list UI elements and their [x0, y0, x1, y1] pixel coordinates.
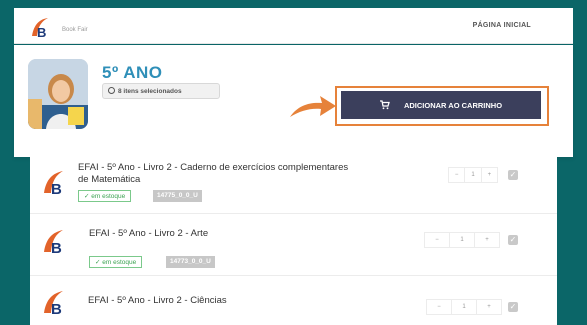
selected-items-label: 8 itens selecionados	[118, 88, 182, 95]
decrement-button[interactable]: −	[425, 233, 450, 247]
item-checkbox[interactable]: ✓	[508, 170, 518, 180]
list-item: B EFAI - 5º Ano - Livro 2 - Ciências − 1…	[30, 276, 557, 325]
svg-text:B: B	[51, 301, 62, 315]
quantity-value[interactable]: 1	[465, 168, 482, 182]
add-to-cart-button[interactable]: ADICIONAR AO CARRINHO	[341, 91, 541, 119]
quantity-stepper[interactable]: − 1 +	[426, 299, 502, 315]
add-to-cart-label: ADICIONAR AO CARRINHO	[403, 100, 503, 110]
home-link[interactable]: PÁGINA INICIAL	[473, 22, 531, 29]
quantity-stepper[interactable]: − 1 +	[448, 167, 498, 183]
items-list: B EFAI - 5º Ano - Livro 2 - Caderno de e…	[30, 157, 557, 325]
sku-badge: 14775_0_0_U	[153, 190, 202, 202]
brand-name: Book Fair	[62, 27, 88, 33]
product-header: 5º ANO 8 itens selecionados ADICIONAR AO…	[14, 45, 573, 157]
quantity-value[interactable]: 1	[452, 300, 477, 314]
increment-button[interactable]: +	[475, 233, 499, 247]
quantity-value[interactable]: 1	[450, 233, 475, 247]
decrement-button[interactable]: −	[449, 168, 466, 182]
list-item: B EFAI - 5º Ano - Livro 2 - Arte ✓ em es…	[30, 214, 557, 276]
decrement-button[interactable]: −	[427, 300, 452, 314]
arrow-right-icon	[290, 96, 336, 117]
item-logo-icon: B	[44, 291, 63, 315]
item-logo-icon: B	[44, 171, 63, 195]
increment-button[interactable]: +	[477, 300, 501, 314]
item-name: EFAI - 5º Ano - Livro 2 - Arte	[89, 228, 209, 239]
quantity-stepper[interactable]: − 1 +	[424, 232, 500, 248]
stock-badge: ✓ em estoque	[78, 190, 132, 202]
item-checkbox[interactable]: ✓	[508, 235, 518, 245]
item-logo-icon: B	[44, 230, 63, 254]
list-item: B EFAI - 5º Ano - Livro 2 - Caderno de e…	[30, 157, 557, 214]
top-bar: B Book Fair PÁGINA INICIAL	[14, 8, 573, 44]
product-photo	[28, 59, 88, 129]
svg-text:B: B	[51, 181, 62, 195]
svg-text:B: B	[51, 240, 62, 254]
item-name: EFAI - 5º Ano - Livro 2 - Ciências	[88, 295, 227, 306]
selected-items-badge: 8 itens selecionados	[102, 83, 220, 99]
page-title: 5º ANO	[102, 63, 163, 82]
clock-icon	[108, 87, 115, 94]
svg-text:B: B	[37, 25, 46, 38]
item-name: EFAI - 5º Ano - Livro 2 - Caderno de exe…	[78, 162, 349, 185]
cart-icon	[379, 100, 390, 110]
stock-badge: ✓ em estoque	[89, 256, 143, 268]
brand-logo-icon[interactable]: B	[30, 16, 50, 38]
item-checkbox[interactable]: ✓	[508, 302, 518, 312]
sku-badge: 14773_0_0_U	[166, 256, 215, 268]
increment-button[interactable]: +	[482, 168, 497, 182]
